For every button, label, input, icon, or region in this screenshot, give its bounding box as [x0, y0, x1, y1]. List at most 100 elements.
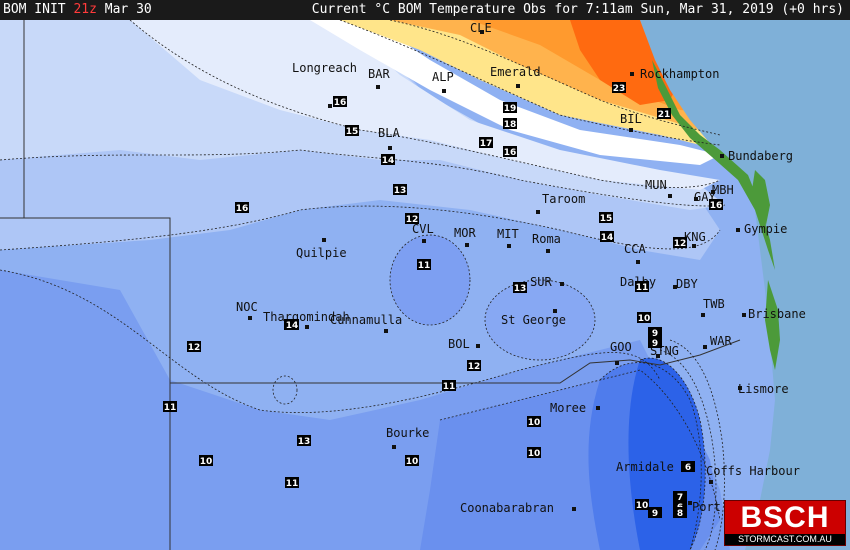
contour-value-label: 17: [479, 137, 493, 149]
init-label: BOM INIT 21z Mar 30: [3, 0, 152, 20]
town-label: Coonabarabran: [460, 501, 554, 515]
town-dot: [701, 313, 705, 317]
town-label: BOL: [448, 337, 470, 351]
svg-text:9: 9: [652, 509, 658, 519]
town-label: Lismore: [738, 382, 789, 396]
svg-text:12: 12: [188, 343, 201, 353]
town-dot: [736, 228, 740, 232]
town-label: Brisbane: [748, 307, 806, 321]
svg-text:16: 16: [334, 98, 347, 108]
town-label: GOO: [610, 340, 632, 354]
contour-value-label: 12: [187, 341, 201, 353]
town-label: St George: [501, 313, 566, 327]
temperature-map: Longreach BAR ALP CLE Emerald Rockhampton BIL B…: [0, 20, 850, 550]
town-dot: [546, 249, 550, 253]
svg-text:14: 14: [601, 233, 614, 243]
contour-value-label: 10: [199, 455, 213, 467]
contour-value-label: 11: [285, 477, 299, 489]
contour-value-label: 10: [637, 312, 651, 324]
town-dot: [305, 325, 309, 329]
town-label: NOC: [236, 300, 258, 314]
contour-value-label: 23: [612, 82, 626, 94]
svg-text:12: 12: [468, 362, 481, 372]
contour-value-label: 21: [657, 108, 671, 120]
svg-text:11: 11: [164, 403, 177, 413]
contour-value-label: 15: [599, 212, 613, 224]
header-bar: BOM INIT 21z Mar 30 Current °C BOM Tempe…: [0, 0, 850, 20]
contour-value-label: 6: [681, 461, 695, 473]
contour-value-label: 10: [527, 416, 541, 428]
contour-value-label: 14: [381, 154, 395, 166]
town-dot: [629, 128, 633, 132]
contour-value-label: 14: [285, 319, 299, 331]
contour-value-label: 18: [503, 118, 517, 130]
map-frame: BOM INIT 21z Mar 30 Current °C BOM Tempe…: [0, 0, 850, 550]
bsch-logo: BSCH STORMCAST.COM.AU: [724, 500, 846, 546]
contour-value-label: 8: [673, 507, 687, 519]
town-label: ALP: [432, 70, 454, 84]
town-label: Bourke: [386, 426, 429, 440]
contour-value-label: 14: [600, 231, 614, 243]
svg-text:11: 11: [418, 261, 431, 271]
town-label: MBH: [712, 183, 734, 197]
contour-value-label: 10: [527, 447, 541, 459]
town-label: Coffs Harbour: [706, 464, 800, 478]
contour-value-label: 13: [297, 435, 311, 447]
town-label: KNG: [684, 230, 706, 244]
town-dot: [636, 260, 640, 264]
svg-text:13: 13: [298, 437, 311, 447]
town-label: Moree: [550, 401, 586, 415]
svg-text:11: 11: [443, 382, 456, 392]
init-time: 21z: [73, 2, 97, 17]
town-dot: [392, 445, 396, 449]
logo-text: BSCH: [740, 501, 830, 534]
contour-value-label: 12: [405, 213, 419, 225]
contour-value-label: 9: [648, 507, 662, 519]
town-dot: [328, 104, 332, 108]
town-label: CCA: [624, 242, 646, 256]
svg-text:10: 10: [200, 457, 213, 467]
svg-text:15: 15: [346, 127, 359, 137]
contour-value-label: 11: [442, 380, 456, 392]
town-dot: [465, 243, 469, 247]
svg-text:19: 19: [504, 104, 517, 114]
town-label: MOR: [454, 226, 476, 240]
town-label: Gympie: [744, 222, 787, 236]
town-label: BIL: [620, 112, 642, 126]
town-dot: [322, 238, 326, 242]
contour-value-label: 16: [333, 96, 347, 108]
contour-value-label: 16: [235, 202, 249, 214]
town-label: Quilpie: [296, 246, 347, 260]
svg-text:21: 21: [658, 110, 671, 120]
town-dot: [709, 480, 713, 484]
svg-text:18: 18: [504, 120, 517, 130]
contour-value-label: 15: [345, 125, 359, 137]
town-dot: [388, 146, 392, 150]
init-prefix: BOM INIT: [3, 2, 66, 17]
town-dot: [630, 72, 634, 76]
town-label: BLA: [378, 126, 400, 140]
town-dot: [668, 194, 672, 198]
svg-text:11: 11: [636, 283, 649, 293]
svg-text:6: 6: [685, 463, 691, 473]
svg-text:10: 10: [528, 449, 541, 459]
town-label: TWB: [703, 297, 725, 311]
contour-value-label: 16: [503, 146, 517, 158]
town-dot: [560, 282, 564, 286]
contour-value-label: 11: [417, 259, 431, 271]
contour-value-label: 10: [405, 455, 419, 467]
town-dot: [703, 345, 707, 349]
svg-text:16: 16: [710, 201, 723, 211]
contour-value-label: 10: [635, 499, 649, 511]
svg-text:12: 12: [674, 239, 687, 249]
town-dot: [476, 344, 480, 348]
town-dot: [507, 244, 511, 248]
town-label: Port: [692, 500, 721, 514]
svg-text:10: 10: [638, 314, 651, 324]
svg-text:8: 8: [677, 509, 683, 519]
town-label: BAR: [368, 67, 390, 81]
contour-value-label: 13: [393, 184, 407, 196]
town-dot: [615, 361, 619, 365]
svg-text:11: 11: [286, 479, 299, 489]
town-dot: [422, 239, 426, 243]
